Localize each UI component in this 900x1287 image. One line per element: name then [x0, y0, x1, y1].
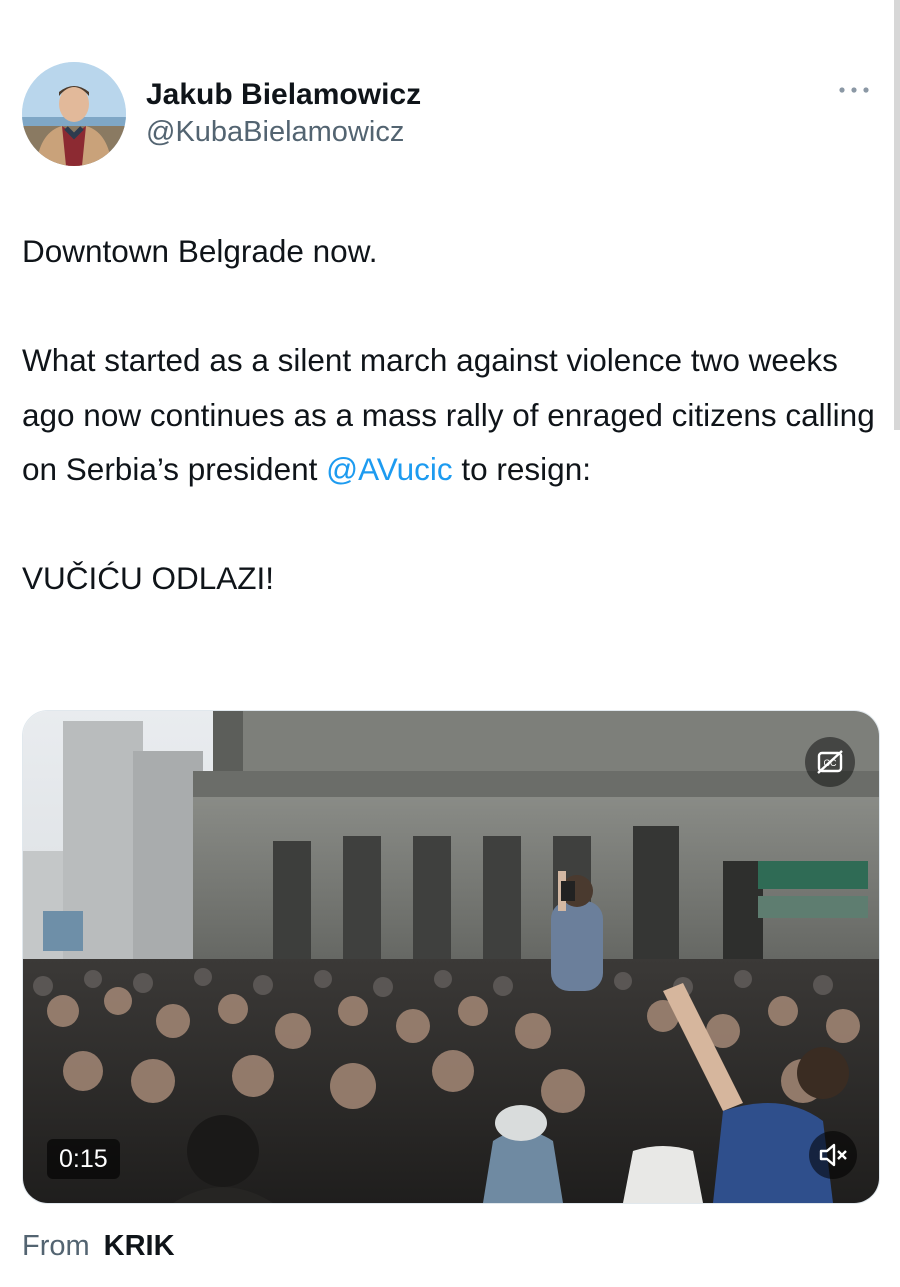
- video-player[interactable]: CC 0:15: [22, 710, 880, 1204]
- source-from-label: From: [22, 1230, 90, 1262]
- more-button[interactable]: [834, 78, 874, 102]
- avatar[interactable]: [22, 62, 126, 166]
- scrollbar[interactable]: [894, 0, 900, 430]
- source-name-link[interactable]: KRIK: [104, 1230, 175, 1262]
- mute-button[interactable]: [809, 1131, 857, 1179]
- person-photo-avatar-icon: [22, 62, 126, 166]
- captions-button[interactable]: CC: [805, 737, 855, 787]
- media-source: From KRIK: [22, 1226, 175, 1266]
- tweet-text: Downtown Belgrade now. What started as a…: [22, 224, 878, 606]
- tweet-line-3: VUČIĆU ODLAZI!: [22, 560, 275, 596]
- video-duration: 0:15: [47, 1139, 120, 1179]
- closed-captions-off-icon: CC: [817, 750, 843, 774]
- author-display-name[interactable]: Jakub Bielamowicz: [146, 76, 421, 114]
- author-names: Jakub Bielamowicz @KubaBielamowicz: [146, 76, 421, 150]
- video-thumbnail: [23, 711, 879, 1203]
- author-handle[interactable]: @KubaBielamowicz: [146, 114, 421, 150]
- tweet-line-1: Downtown Belgrade now.: [22, 233, 378, 269]
- tweet-line-2-end: to resign:: [452, 451, 591, 487]
- tweet-header: Jakub Bielamowicz @KubaBielamowicz: [22, 62, 878, 172]
- mention-link[interactable]: @AVucic: [326, 451, 453, 487]
- more-horizontal-icon: [839, 87, 869, 93]
- speaker-muted-icon: [819, 1143, 847, 1167]
